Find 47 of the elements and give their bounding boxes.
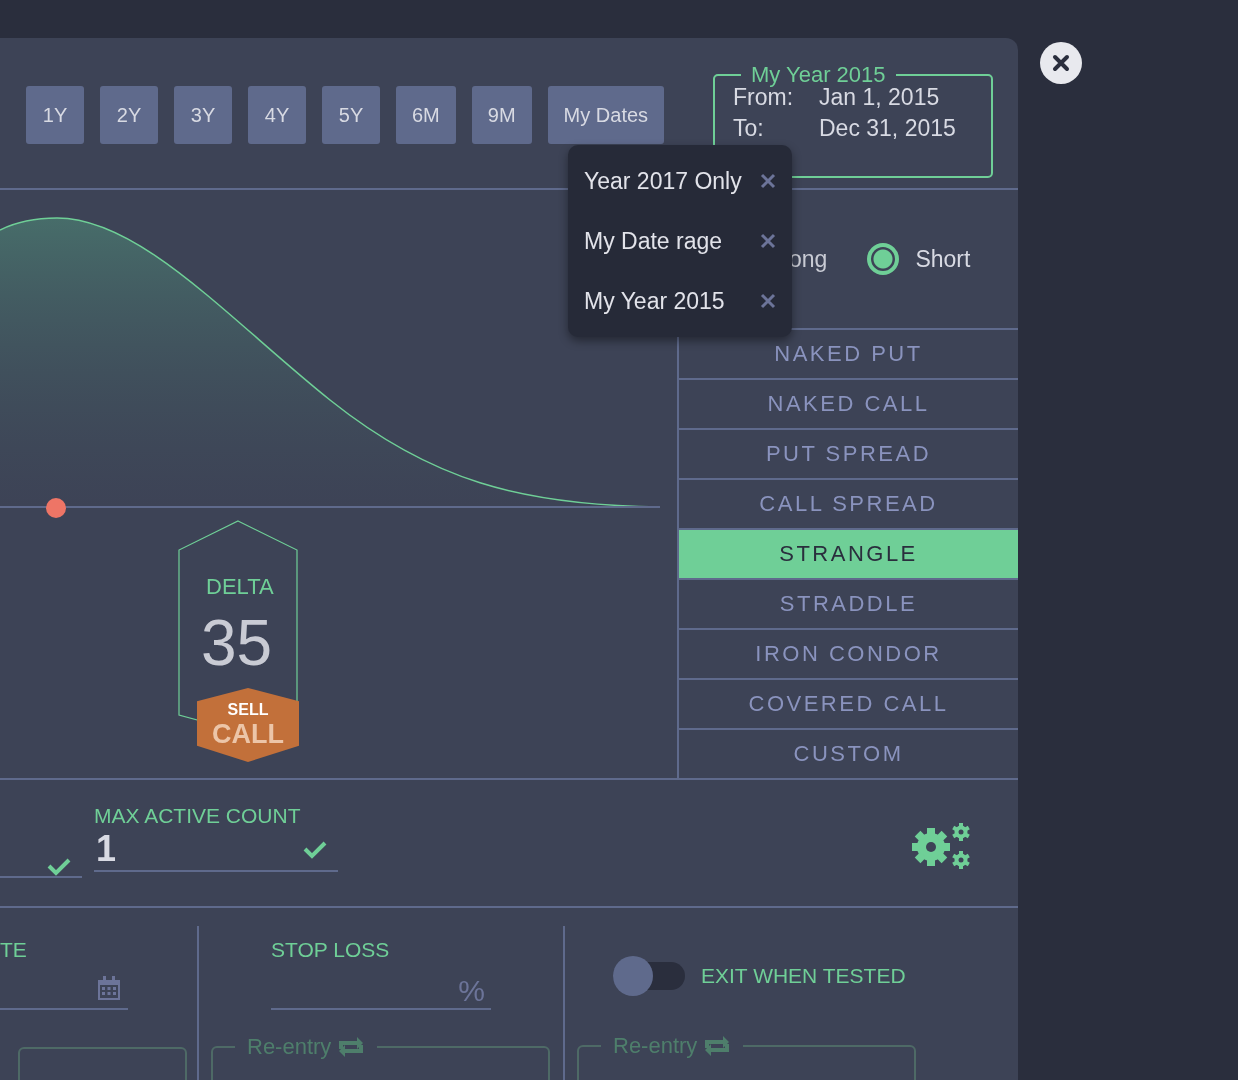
strategy-option[interactable]: CUSTOM <box>679 728 1018 778</box>
toggle-switch[interactable] <box>613 956 685 996</box>
range-button[interactable]: 1Y <box>26 86 84 144</box>
menu-item[interactable]: Year 2017 Only <box>584 167 742 195</box>
strategy-option[interactable]: STRADDLE <box>679 578 1018 628</box>
remove-icon[interactable] <box>760 233 776 249</box>
to-label: To: <box>733 114 765 143</box>
repeat-icon <box>337 1037 366 1057</box>
range-button[interactable]: 9M <box>471 86 532 144</box>
range-button[interactable]: My Dates <box>547 86 665 144</box>
remove-icon[interactable] <box>760 293 776 309</box>
max-active-count-field[interactable]: 1 <box>94 828 338 872</box>
reentry-label: Re-entry <box>247 1033 332 1061</box>
strategy-option[interactable]: COVERED CALL <box>679 678 1018 728</box>
radio-label: Short <box>915 245 971 273</box>
range-button[interactable]: 4Y <box>248 86 306 144</box>
strategy-option[interactable]: NAKED CALL <box>679 378 1018 428</box>
to-date: Dec 31, 2015 <box>819 114 956 143</box>
settings-icon[interactable] <box>910 822 972 872</box>
menu-item[interactable]: My Date rage <box>584 227 723 255</box>
stop-loss-label: STOP LOSS <box>271 938 390 962</box>
strategy-option[interactable]: STRANGLE <box>679 528 1018 578</box>
remove-icon[interactable] <box>760 173 776 189</box>
strategy-option[interactable]: PUT SPREAD <box>679 428 1018 478</box>
delta-value: 35 <box>201 606 273 680</box>
range-button[interactable]: 3Y <box>174 86 232 144</box>
calendar-icon <box>98 976 120 1000</box>
strategy-option[interactable]: IRON CONDOR <box>679 628 1018 678</box>
option-label: CALL <box>212 719 284 749</box>
range-button[interactable]: 6M <box>396 86 456 144</box>
max-active-count-label: MAX ACTIVE COUNT <box>94 804 302 828</box>
close-button[interactable] <box>1040 42 1082 84</box>
date-field[interactable] <box>0 976 128 1010</box>
range-button[interactable]: 2Y <box>100 86 158 144</box>
menu-item[interactable]: My Year 2015 <box>584 287 725 315</box>
delta-label: DELTA <box>206 574 274 600</box>
close-icon <box>1052 54 1070 72</box>
action-label: SELL <box>227 701 269 719</box>
radio-button[interactable] <box>867 243 900 275</box>
check-icon <box>46 856 72 876</box>
reentry-label: Re-entry <box>613 1032 698 1060</box>
date-label: TE <box>0 938 27 962</box>
stop-loss-field[interactable]: % <box>271 974 491 1010</box>
check-icon <box>302 839 328 859</box>
repeat-icon <box>703 1036 732 1056</box>
exit-when-tested-label: EXIT WHEN TESTED <box>701 964 906 988</box>
range-button[interactable]: 5Y <box>322 86 380 144</box>
